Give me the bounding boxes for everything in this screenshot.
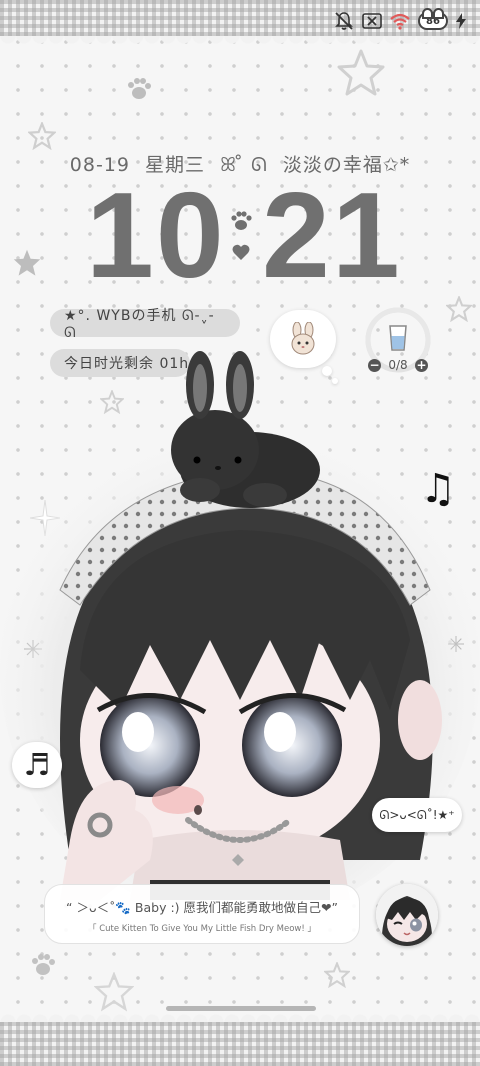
star-decoration-icon [324,962,350,988]
star-decoration-icon [94,972,134,1012]
kaomoji-bubble: ᘏ>ᴗ<ᘏ˚!★⁺ [372,798,462,832]
date-line: 08-19 星期三 ꕤ ̊ ᘏ 淡淡の幸福✩* [0,150,480,177]
status-bar: 86 [334,8,466,32]
bottom-gingham-border [0,1022,480,1066]
clock-minutes: 21 [262,167,402,303]
star-decoration-icon [337,49,385,96]
wifi-icon [390,13,410,30]
top-lace-edge [0,36,480,48]
lock-clock: 10 21 [0,167,480,303]
paw-print-icon [128,78,151,99]
music-note-icon: ♫ [420,466,456,512]
star-decoration-icon [446,296,472,322]
music-note-icon: ♬ [23,747,51,783]
device-name-text: ★°. WYBの手机 ᘏ-ˬ-ᘏ [64,308,215,341]
date-decor: ꕤ ̊ ᘏ [220,154,268,176]
star-decoration-icon [28,122,56,150]
paw-print-icon [32,954,55,975]
music-bubble[interactable]: ♬ [12,742,62,788]
clock-hours: 10 [86,167,226,303]
quote-main-text: “ ＞ᴗ＜˚🐾 Baby :) 愿我们都能勇敢地做自己❤” [66,900,338,915]
device-name-pill: ★°. WYBの手机 ᘏ-ˬ-ᘏ [50,308,240,341]
avatar-girl-icon [376,884,438,946]
avatar[interactable] [376,884,438,946]
clock-separator-icon [231,211,252,260]
battery-level: 86 [426,15,440,27]
no-sim-icon [362,13,382,29]
home-indicator[interactable] [166,1006,316,1011]
battery-icon: 86 [418,8,448,30]
quote-card[interactable]: “ ＞ᴗ＜˚🐾 Baby :) 愿我们都能勇敢地做自己❤” 「 Cute Kit… [44,884,360,944]
kaomoji-text: ᘏ>ᴗ<ᘏ˚!★⁺ [379,807,455,822]
charging-bolt-icon [456,13,466,29]
mute-bell-icon [335,12,353,30]
quote-sub-text: 「 Cute Kitten To Give You My Little Fish… [88,924,316,934]
bottom-lace-edge [0,1010,480,1022]
